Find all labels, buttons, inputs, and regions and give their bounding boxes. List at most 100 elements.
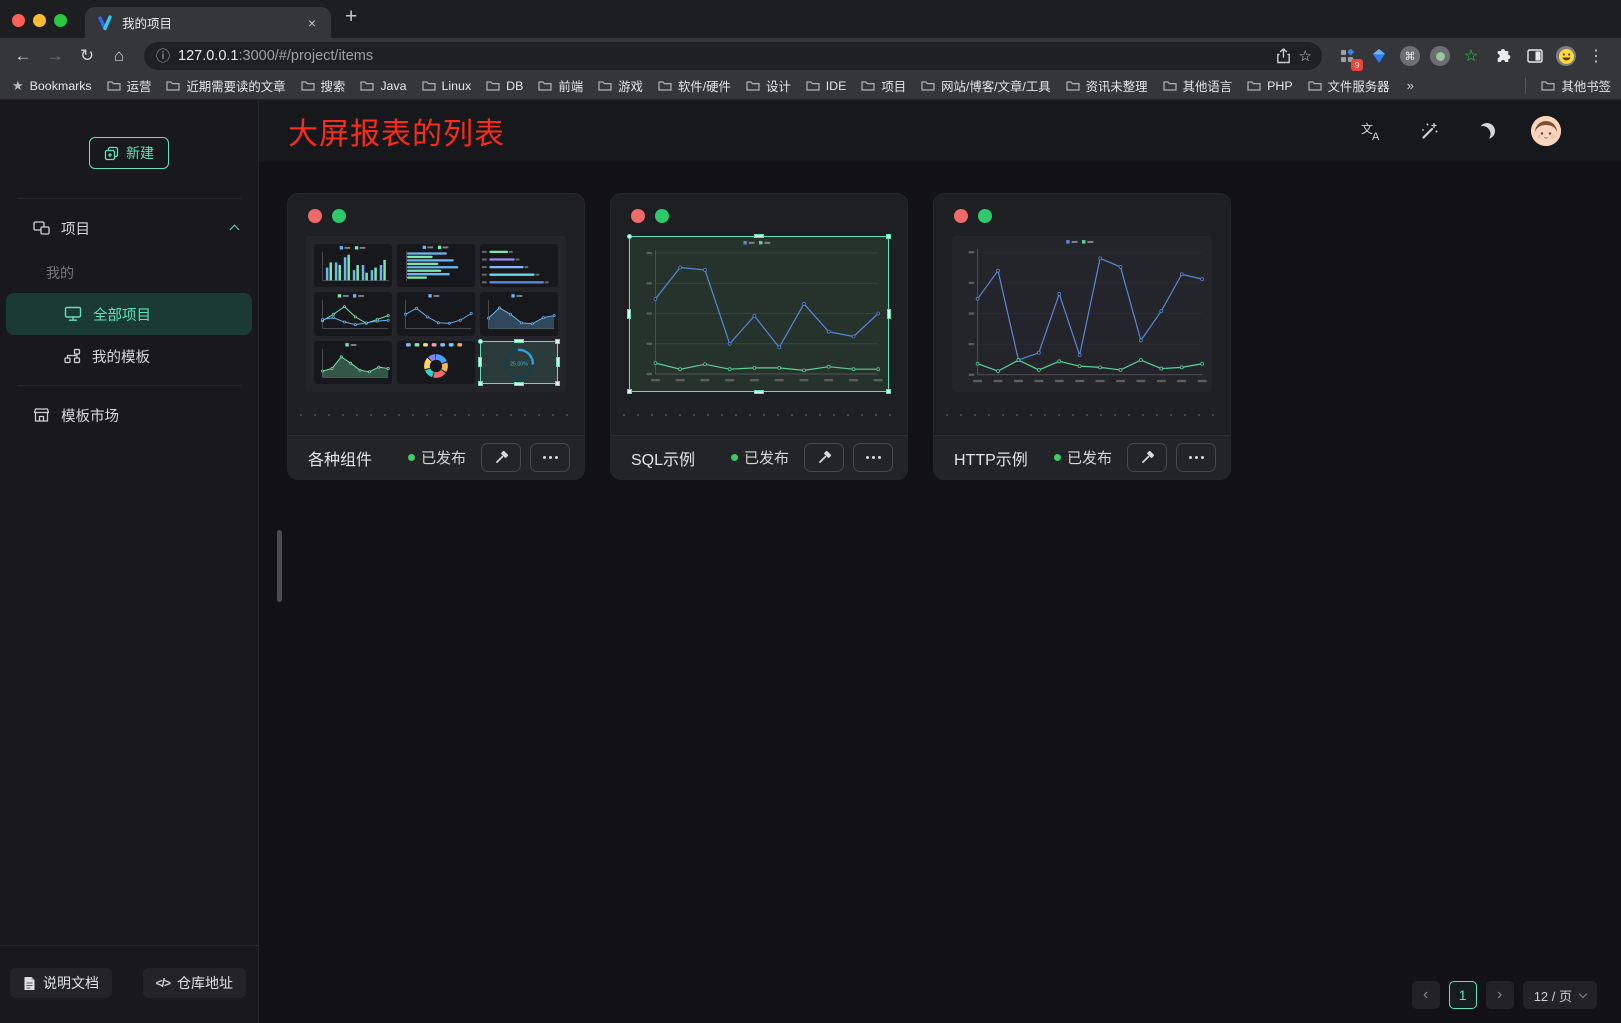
- current-page-button[interactable]: 1: [1449, 981, 1477, 1009]
- edit-button[interactable]: [481, 443, 521, 472]
- bookmark-folder[interactable]: 项目: [861, 77, 906, 95]
- bookmark-folder[interactable]: Linux: [422, 79, 472, 93]
- card-dots: [934, 194, 1230, 223]
- address-bar[interactable]: ⓘ 127.0.0.1:3000/#/project/items ☆: [144, 42, 1322, 70]
- bookmark-folder[interactable]: 文件服务器: [1308, 77, 1390, 95]
- green-dot: [332, 209, 346, 223]
- next-page-button[interactable]: ›: [1486, 981, 1514, 1009]
- hammer-icon: [493, 450, 509, 466]
- svg-text:25.00%: 25.00%: [510, 361, 528, 367]
- card-thumbnail[interactable]: 25.00%: [306, 236, 566, 392]
- window-zoom-button[interactable]: [54, 14, 67, 27]
- dark-mode-moon-icon[interactable]: [1473, 117, 1501, 145]
- recorder-extension-icon[interactable]: [1430, 46, 1450, 66]
- bookmark-folder[interactable]: 资讯未整理: [1066, 77, 1148, 95]
- sidebar-item-all-projects[interactable]: 全部项目: [6, 293, 252, 335]
- share-icon[interactable]: [1276, 48, 1291, 64]
- more-button[interactable]: [853, 443, 893, 472]
- card-thumbnail[interactable]: [952, 236, 1212, 392]
- star-extension-icon[interactable]: ☆: [1460, 45, 1482, 67]
- bookmark-folder[interactable]: 运营: [107, 77, 152, 95]
- header-actions: 文A: [1357, 116, 1621, 146]
- bookmarks-overflow-icon[interactable]: »: [1407, 78, 1414, 93]
- browser-tab[interactable]: 我的项目 ×: [85, 7, 331, 38]
- tab-close-icon[interactable]: ×: [303, 14, 321, 32]
- store-icon: [33, 407, 50, 423]
- bookmarks-bar: ★Bookmarks 运营 近期需要读的文章 搜索 Java Linux DB …: [0, 74, 1621, 100]
- extension-icons: 9 ⌘ ☆: [1336, 45, 1576, 67]
- page-title: 大屏报表的列表: [288, 109, 505, 153]
- mini-area-chart: [314, 341, 392, 384]
- project-card[interactable]: SQL示例 已发布: [611, 194, 907, 479]
- url-host: 127.0.0.1: [178, 48, 238, 64]
- project-card[interactable]: HTTP示例 已发布: [934, 194, 1230, 479]
- new-tab-button[interactable]: +: [345, 5, 357, 29]
- status-badge: 已发布: [731, 447, 789, 468]
- project-cards: 25.00% 各种组件 已发布: [259, 162, 1621, 479]
- bookmarks-manager[interactable]: ★Bookmarks: [12, 78, 92, 94]
- bookmark-folder[interactable]: Java: [360, 79, 406, 93]
- prev-page-button[interactable]: ‹: [1412, 981, 1440, 1009]
- card-title: HTTP示例: [954, 446, 1028, 470]
- window-minimize-button[interactable]: [33, 14, 46, 27]
- forward-icon[interactable]: →: [40, 41, 70, 71]
- browser-menu-icon[interactable]: ⋮: [1582, 46, 1611, 66]
- mini-area-chart: [480, 292, 558, 335]
- gem-extension-icon[interactable]: [1368, 45, 1390, 67]
- repo-button[interactable]: </> 仓库地址: [143, 968, 246, 998]
- bookmark-folder[interactable]: DB: [486, 79, 523, 93]
- scrollbar-thumb[interactable]: [277, 530, 282, 602]
- edit-button[interactable]: [804, 443, 844, 472]
- language-icon[interactable]: 文A: [1357, 117, 1385, 145]
- card-thumbnail[interactable]: [629, 236, 889, 392]
- more-icon: [1189, 456, 1204, 459]
- magic-wand-icon[interactable]: [1415, 117, 1443, 145]
- bookmark-folder[interactable]: 设计: [746, 77, 791, 95]
- sidebar-item-project[interactable]: 项目: [0, 207, 258, 249]
- card-dots: [611, 194, 907, 223]
- document-icon: [23, 976, 36, 991]
- extensions-puzzle-icon[interactable]: [1492, 45, 1514, 67]
- reload-icon[interactable]: ↻: [72, 41, 102, 71]
- sidebar-footer: 说明文档 </> 仓库地址: [0, 945, 258, 1023]
- green-dot: [978, 209, 992, 223]
- bookmark-folder[interactable]: 网站/博客/文章/工具: [921, 77, 1050, 95]
- sidebar-item-template-market[interactable]: 模板市场: [0, 394, 258, 436]
- project-card[interactable]: 25.00% 各种组件 已发布: [288, 194, 584, 479]
- new-project-button[interactable]: 新建: [89, 137, 169, 169]
- card-title: 各种组件: [308, 446, 372, 470]
- bookmark-folder[interactable]: 近期需要读的文章: [166, 77, 285, 95]
- tab-title: 我的项目: [122, 13, 294, 32]
- chevron-up-icon[interactable]: [230, 225, 240, 235]
- page-size-select[interactable]: 12 / 页: [1523, 981, 1597, 1009]
- avatar[interactable]: [1531, 116, 1561, 146]
- more-button[interactable]: [530, 443, 570, 472]
- bookmark-folder[interactable]: 软件/硬件: [658, 77, 731, 95]
- home-icon[interactable]: ⌂: [104, 41, 134, 71]
- bookmark-folder[interactable]: 其他语言: [1163, 77, 1233, 95]
- bookmark-folder[interactable]: 搜索: [301, 77, 346, 95]
- extension-grid-icon[interactable]: 9: [1336, 45, 1358, 67]
- bookmark-folder[interactable]: IDE: [806, 79, 847, 93]
- command-extension-icon[interactable]: ⌘: [1400, 46, 1420, 66]
- bookmark-folder[interactable]: 前端: [538, 77, 583, 95]
- more-button[interactable]: [1176, 443, 1216, 472]
- other-bookmarks[interactable]: 其他书签: [1541, 77, 1611, 95]
- mini-capsule-chart: [480, 244, 558, 287]
- back-icon[interactable]: ←: [8, 41, 38, 71]
- split-view-icon[interactable]: [1524, 45, 1546, 67]
- bookmark-star-icon[interactable]: ☆: [1299, 47, 1312, 65]
- edit-button[interactable]: [1127, 443, 1167, 472]
- sidebar-item-my-templates[interactable]: 我的模板: [0, 335, 258, 377]
- mini-line-chart: [314, 292, 392, 335]
- bookmark-folder[interactable]: 游戏: [598, 77, 643, 95]
- window-close-button[interactable]: [12, 14, 25, 27]
- smiley-extension-icon[interactable]: [1556, 46, 1576, 66]
- card-title: SQL示例: [631, 446, 695, 470]
- pagination: ‹ 1 › 12 / 页: [1412, 981, 1597, 1009]
- docs-button[interactable]: 说明文档: [10, 968, 112, 998]
- flow-icon: [64, 348, 81, 364]
- bookmark-folder[interactable]: PHP: [1247, 79, 1292, 93]
- site-info-icon[interactable]: ⓘ: [156, 46, 170, 66]
- http-line-chart: [952, 236, 1212, 392]
